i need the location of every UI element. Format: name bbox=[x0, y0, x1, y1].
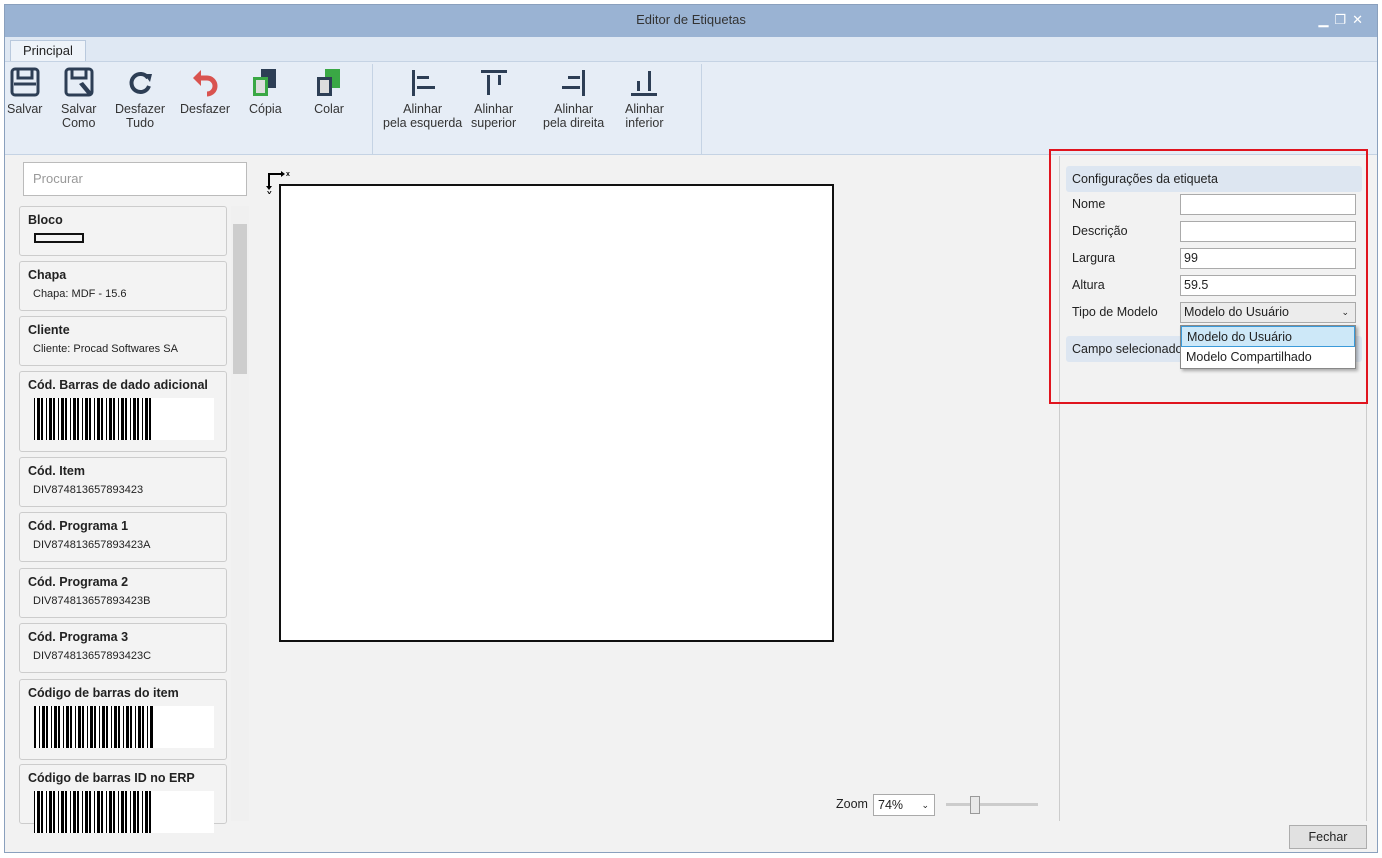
field-item[interactable]: Cód. Programa 1 DIV874813657893423A bbox=[19, 512, 227, 562]
block-preview-icon bbox=[34, 233, 84, 243]
copy-button[interactable]: Cópia bbox=[249, 66, 282, 116]
field-item-title: Chapa bbox=[28, 268, 67, 282]
field-item[interactable]: Código de barras ID no ERP bbox=[19, 764, 227, 833]
field-item[interactable]: Bloco bbox=[19, 206, 227, 256]
zoom-select[interactable]: 74% ⌄ bbox=[873, 794, 935, 816]
zoom-label: Zoom bbox=[836, 797, 868, 811]
zoom-slider[interactable] bbox=[946, 803, 1038, 806]
paste-button[interactable]: Colar bbox=[313, 66, 345, 116]
paste-icon bbox=[317, 69, 340, 96]
scrollbar[interactable] bbox=[231, 206, 249, 821]
title-bar: Editor de Etiquetas ▁❐✕ bbox=[5, 5, 1377, 37]
restore-icon[interactable]: ❐ bbox=[1334, 12, 1352, 27]
field-item-title: Cód. Programa 2 bbox=[28, 575, 129, 589]
align-top-icon bbox=[480, 70, 507, 95]
scrollbar-thumb[interactable] bbox=[233, 224, 247, 374]
save-button[interactable]: Salvar bbox=[7, 66, 42, 116]
ribbon-button-label: Salvar Como bbox=[61, 102, 97, 130]
copy-icon bbox=[253, 69, 277, 96]
save-as-icon bbox=[64, 67, 94, 97]
field-item-title: Cód. Item bbox=[28, 464, 85, 478]
save-as-button[interactable]: Salvar Como bbox=[61, 66, 96, 130]
ribbon: Salvar Salvar Como Desfazer Tudo Desfazer Có… bbox=[5, 61, 1377, 155]
tab-principal[interactable]: Principal bbox=[10, 40, 86, 62]
field-item[interactable]: Cód. Programa 2 DIV874813657893423B bbox=[19, 568, 227, 618]
ribbon-button-label: Alinhar inferior bbox=[625, 102, 664, 130]
field-item-title: Cód. Programa 3 bbox=[28, 630, 129, 644]
app-window: Editor de Etiquetas ▁❐✕ Principal Salvar… bbox=[4, 4, 1378, 853]
undo-icon bbox=[193, 70, 218, 97]
ribbon-button-label: Alinhar pela direita bbox=[543, 102, 605, 130]
field-item-title: Cód. Barras de dado adicional bbox=[28, 378, 208, 392]
undo-all-icon bbox=[129, 72, 153, 94]
align-left-icon bbox=[411, 70, 435, 96]
axis-x-label: x bbox=[286, 171, 290, 178]
barcode-preview bbox=[34, 791, 214, 833]
field-item[interactable]: Cód. Item DIV874813657893423 bbox=[19, 457, 227, 507]
save-icon bbox=[10, 67, 40, 97]
ribbon-button-label: Colar bbox=[314, 102, 344, 116]
align-bottom-icon bbox=[631, 71, 658, 96]
field-item[interactable]: Chapa Chapa: MDF - 15.6 bbox=[19, 261, 227, 311]
align-left-button[interactable]: Alinhar pela esquerda bbox=[383, 66, 462, 130]
field-item[interactable]: Cód. Barras de dado adicional bbox=[19, 371, 227, 452]
field-item[interactable]: Código de barras do item bbox=[19, 679, 227, 760]
ribbon-button-label: Desfazer Tudo bbox=[115, 102, 166, 130]
field-item-sample: DIV874813657893423 bbox=[33, 484, 144, 496]
align-bottom-button[interactable]: Alinhar inferior bbox=[625, 66, 664, 130]
axis-y-label: Y bbox=[267, 191, 272, 194]
field-item-sample: DIV874813657893423C bbox=[33, 650, 152, 662]
align-right-button[interactable]: Alinhar pela direita bbox=[543, 66, 604, 130]
field-item-title: Bloco bbox=[28, 213, 63, 227]
barcode-bar bbox=[153, 706, 154, 748]
undo-button[interactable]: Desfazer bbox=[180, 66, 230, 116]
ribbon-button-label: Cópia bbox=[249, 102, 282, 116]
barcode-preview bbox=[34, 706, 214, 748]
field-item-sample: Chapa: MDF - 15.6 bbox=[33, 288, 127, 300]
field-item-sample: DIV874813657893423A bbox=[33, 539, 151, 551]
field-item-title: Cliente bbox=[28, 323, 70, 337]
minimize-icon[interactable]: ▁ bbox=[1318, 12, 1334, 27]
close-button[interactable]: Fechar bbox=[1289, 825, 1367, 849]
field-item[interactable]: Cód. Programa 3 DIV874813657893423C bbox=[19, 623, 227, 673]
field-item-sample: Cliente: Procad Softwares SA bbox=[33, 343, 178, 355]
field-item-title: Cód. Programa 1 bbox=[28, 519, 129, 533]
barcode-bar bbox=[151, 398, 154, 440]
ribbon-button-label: Alinhar superior bbox=[471, 102, 517, 130]
fields-panel: Procurar Bloco Chapa Chapa: MDF - 15.6 Clie… bbox=[19, 158, 253, 833]
barcode-bar bbox=[151, 791, 154, 833]
label-canvas[interactable] bbox=[279, 184, 834, 642]
barcode-preview bbox=[34, 398, 214, 440]
chevron-down-icon: ⌄ bbox=[921, 800, 929, 810]
field-item-sample: DIV874813657893423B bbox=[33, 595, 151, 607]
align-top-button[interactable]: Alinhar superior bbox=[471, 66, 516, 130]
zoom-slider-thumb[interactable] bbox=[970, 796, 980, 814]
ribbon-button-label: Desfazer bbox=[180, 102, 231, 116]
window-title: Editor de Etiquetas bbox=[636, 12, 746, 27]
undo-all-button[interactable]: Desfazer Tudo bbox=[115, 66, 165, 130]
search-input[interactable]: Procurar bbox=[23, 162, 247, 196]
highlight-box bbox=[1049, 149, 1368, 404]
ribbon-button-label: Alinhar pela esquerda bbox=[383, 102, 463, 130]
field-item-title: Código de barras do item bbox=[28, 686, 179, 700]
field-item[interactable]: Cliente Cliente: Procad Softwares SA bbox=[19, 316, 227, 366]
field-item-title: Código de barras ID no ERP bbox=[28, 771, 195, 785]
canvas-area[interactable]: x Y bbox=[263, 156, 1047, 792]
ribbon-button-label: Salvar bbox=[7, 102, 43, 116]
zoom-value: 74% bbox=[878, 798, 904, 812]
align-right-icon bbox=[561, 70, 585, 96]
close-icon[interactable]: ✕ bbox=[1352, 12, 1369, 27]
